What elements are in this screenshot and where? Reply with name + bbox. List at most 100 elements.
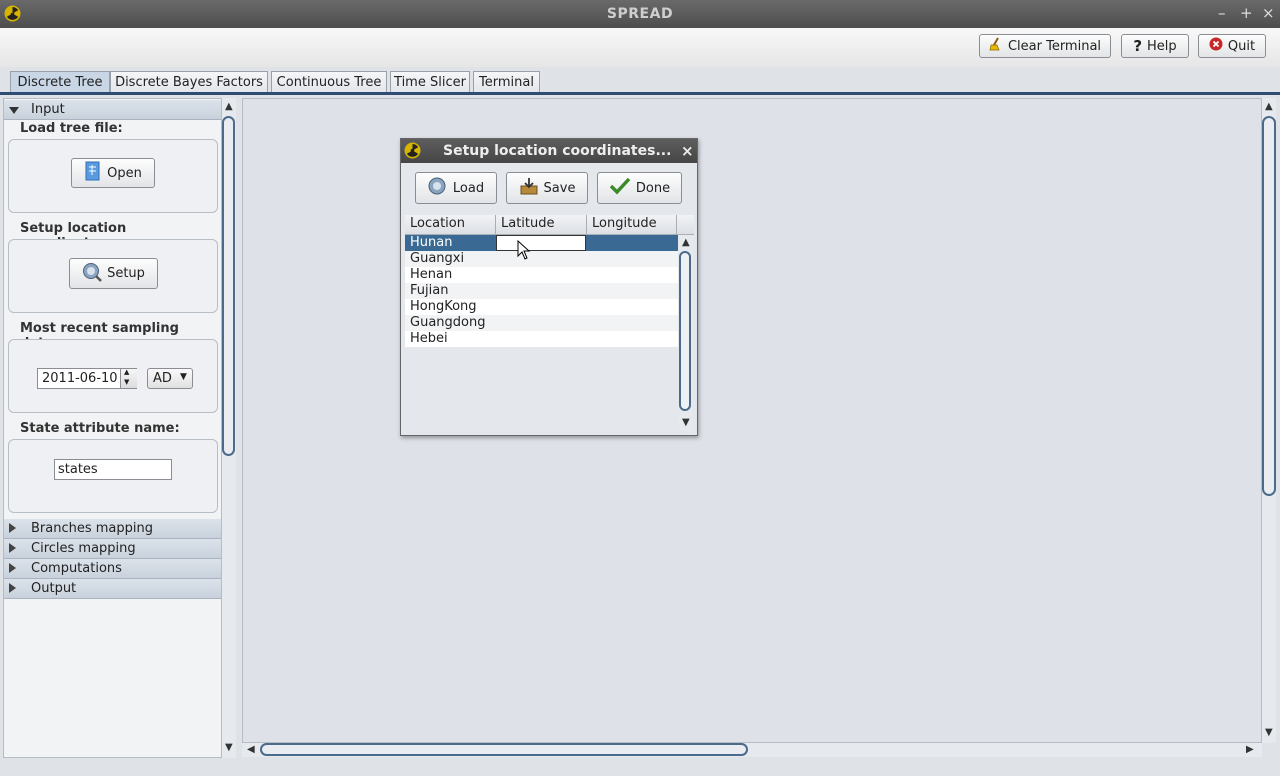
scroll-up-icon[interactable]: ▲ (682, 238, 690, 248)
cell-location[interactable]: Henan (405, 267, 496, 283)
help-button[interactable]: ? Help (1121, 34, 1189, 58)
state-attr-box: states (8, 439, 218, 513)
state-attr-input[interactable]: states (54, 459, 172, 480)
scroll-left-icon[interactable]: ◀ (247, 745, 255, 755)
scroll-down-icon[interactable]: ▼ (225, 743, 233, 753)
setup-coords-box: Setup (8, 239, 218, 313)
cell-longitude[interactable] (587, 267, 678, 283)
sampling-date-value: 2011-06-10 (42, 371, 118, 386)
scroll-up-icon[interactable]: ▲ (1265, 102, 1273, 112)
table-row[interactable]: Guangxi (405, 251, 678, 267)
dialog-close-icon[interactable]: × (681, 142, 694, 160)
toolbar: Clear Terminal ? Help Quit (0, 28, 1280, 68)
scroll-down-icon[interactable]: ▼ (682, 418, 690, 428)
section-branches-mapping[interactable]: Branches mapping (4, 519, 221, 539)
column-header-longitude[interactable]: Longitude (587, 215, 677, 234)
cell-location[interactable]: Guangxi (405, 251, 496, 267)
quit-button[interactable]: Quit (1198, 34, 1266, 58)
clear-terminal-button[interactable]: Clear Terminal (979, 34, 1111, 58)
load-button[interactable]: Load (415, 172, 497, 204)
globe-load-icon (428, 176, 448, 200)
open-file-icon (84, 161, 102, 185)
table-scroll-thumb[interactable] (679, 251, 691, 411)
setup-button[interactable]: Setup (69, 258, 158, 289)
cell-latitude[interactable] (496, 283, 587, 299)
cell-longitude[interactable] (587, 299, 678, 315)
sampling-date-spinner[interactable]: 2011-06-10 ▲ ▼ (37, 368, 137, 389)
main-horizontal-scrollbar[interactable]: ◀ ▶ (242, 743, 1262, 757)
coordinates-table-header: Location Latitude Longitude (405, 215, 694, 235)
column-header-location[interactable]: Location (405, 215, 496, 234)
section-output-label: Output (31, 581, 77, 596)
section-computations-label: Computations (31, 561, 122, 576)
table-row[interactable]: Henan (405, 267, 678, 283)
collapsed-triangle-icon (9, 583, 16, 593)
cell-longitude[interactable] (587, 251, 678, 267)
column-header-latitude[interactable]: Latitude (496, 215, 587, 234)
cell-longitude[interactable] (587, 235, 678, 251)
era-select[interactable]: AD ▼ (147, 368, 193, 389)
spinner-down-icon[interactable]: ▼ (124, 378, 129, 386)
tab-discrete-bayes-factors[interactable]: Discrete Bayes Factors (110, 71, 268, 93)
scroll-down-icon[interactable]: ▼ (1265, 728, 1273, 738)
main-h-scroll-thumb[interactable] (260, 743, 748, 756)
table-row[interactable]: Fujian (405, 283, 678, 299)
cell-latitude-editor[interactable] (496, 235, 586, 251)
section-output[interactable]: Output (4, 579, 221, 599)
table-row[interactable]: Guangdong (405, 315, 678, 331)
scroll-up-icon[interactable]: ▲ (225, 102, 233, 112)
cell-latitude[interactable] (496, 251, 587, 267)
cell-latitude[interactable] (496, 315, 587, 331)
spinner-up-icon[interactable]: ▲ (124, 368, 129, 376)
main-vertical-scrollbar[interactable]: ▲ ▼ (1262, 98, 1276, 743)
close-window-button[interactable]: × (1262, 4, 1275, 22)
table-row[interactable]: Hunan (405, 235, 678, 251)
minimize-button[interactable]: – (1218, 4, 1226, 22)
section-input-header[interactable]: Input (4, 100, 221, 120)
cell-latitude[interactable] (496, 299, 587, 315)
collapsed-triangle-icon (9, 563, 16, 573)
open-label: Open (107, 165, 142, 181)
cell-location[interactable]: Fujian (405, 283, 496, 299)
done-button[interactable]: Done (597, 172, 682, 204)
main-v-scroll-thumb[interactable] (1262, 116, 1276, 496)
cell-location[interactable]: Hunan (405, 235, 496, 251)
tab-discrete-tree[interactable]: Discrete Tree (10, 71, 110, 93)
collapsed-triangle-icon (9, 523, 16, 533)
tab-terminal[interactable]: Terminal (473, 71, 540, 93)
load-tree-label: Load tree file: (20, 121, 123, 136)
left-settings-panel: Input Load tree file: Open Setup locatio… (3, 98, 222, 758)
window-title: SPREAD (606, 6, 674, 22)
section-computations[interactable]: Computations (4, 559, 221, 579)
tab-time-slicer[interactable]: Time Slicer (390, 71, 470, 93)
state-attr-label: State attribute name: (20, 421, 180, 436)
cell-latitude[interactable] (496, 267, 587, 283)
setup-label: Setup (107, 266, 145, 281)
save-button[interactable]: Save (506, 172, 588, 204)
table-row[interactable]: HongKong (405, 299, 678, 315)
cell-latitude[interactable] (496, 331, 587, 347)
scroll-right-icon[interactable]: ▶ (1246, 745, 1254, 755)
section-circles-mapping[interactable]: Circles mapping (4, 539, 221, 559)
cell-longitude[interactable] (587, 331, 678, 347)
window-title-bar: SPREAD – + × (0, 0, 1280, 28)
help-label: Help (1147, 38, 1177, 54)
cell-longitude[interactable] (587, 283, 678, 299)
tab-continuous-tree[interactable]: Continuous Tree (271, 71, 387, 93)
cell-location[interactable]: Hebei (405, 331, 496, 347)
dialog-title-bar[interactable]: Setup location coordinates... × (401, 139, 697, 163)
left-scroll-thumb[interactable] (222, 116, 235, 456)
checkmark-icon (609, 177, 631, 199)
maximize-button[interactable]: + (1240, 4, 1253, 22)
spinner-arrows[interactable]: ▲ ▼ (120, 368, 137, 388)
load-label: Load (452, 180, 485, 196)
left-panel-scrollbar[interactable]: ▲ ▼ (222, 98, 236, 758)
table-scrollbar[interactable]: ▲ ▼ (679, 235, 693, 431)
open-button[interactable]: Open (71, 158, 155, 188)
cell-location[interactable]: Guangdong (405, 315, 496, 331)
section-circles-mapping-label: Circles mapping (31, 541, 136, 556)
main-canvas-area[interactable] (242, 98, 1262, 743)
cell-location[interactable]: HongKong (405, 299, 496, 315)
cell-longitude[interactable] (587, 315, 678, 331)
table-row[interactable]: Hebei (405, 331, 678, 347)
